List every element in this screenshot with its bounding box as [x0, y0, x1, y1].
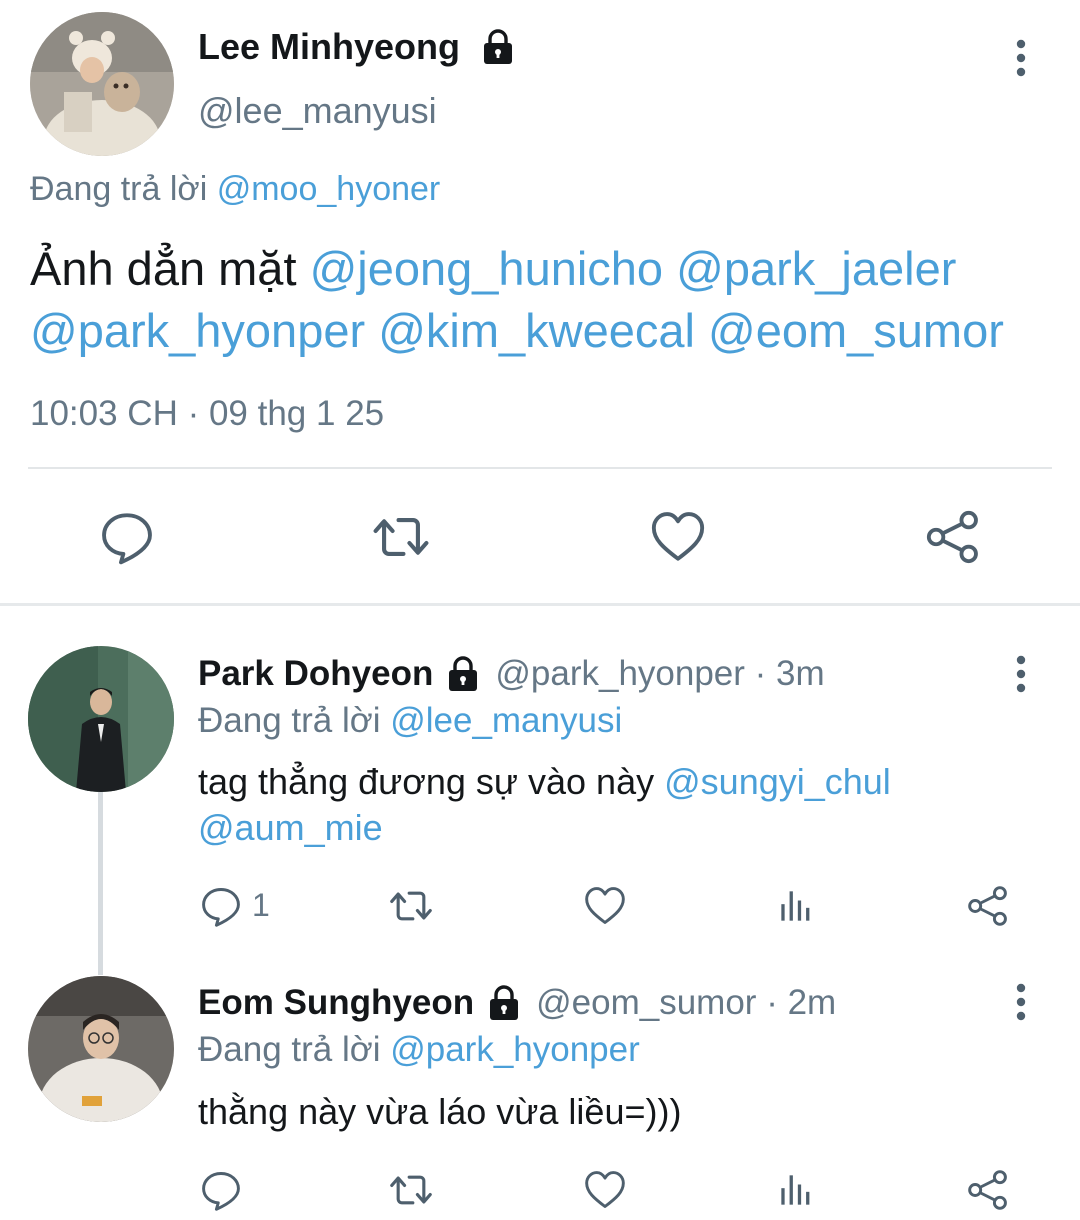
- more-options-icon[interactable]: [1011, 654, 1031, 694]
- author-name[interactable]: Eom Sunghyeon: [198, 983, 474, 1023]
- share-icon[interactable]: [966, 884, 1010, 928]
- mention-link[interactable]: @park_hyonper: [30, 304, 365, 357]
- divider: [28, 467, 1052, 469]
- reply-header: Park Dohyeon @park_hyonper · 3m: [198, 654, 825, 694]
- reply-icon[interactable]: [199, 884, 243, 928]
- reply-text-plain: tag thẳng đương sự vào này: [198, 761, 655, 802]
- retweet-icon[interactable]: [389, 1168, 433, 1212]
- reply-icon[interactable]: [199, 1168, 243, 1212]
- reply-count: 1: [252, 887, 270, 923]
- share-icon[interactable]: [966, 1168, 1010, 1212]
- avatar[interactable]: [28, 976, 174, 1122]
- replying-prefix: Đang trả lời: [30, 170, 208, 208]
- share-icon[interactable]: [924, 508, 982, 566]
- author-handle[interactable]: @lee_manyusi: [198, 90, 437, 132]
- more-options-icon[interactable]: [1011, 38, 1031, 78]
- author-handle[interactable]: @park_hyonper: [495, 654, 745, 694]
- lock-icon: [478, 27, 518, 67]
- analytics-icon[interactable]: [774, 884, 818, 928]
- tweet-timestamp: 10:03 CH · 09 thg 1 25: [30, 394, 385, 433]
- mention-link[interactable]: @sungyi_chul: [664, 761, 891, 802]
- avatar[interactable]: [28, 646, 174, 792]
- author-name-row: Lee Minhyeong: [198, 26, 518, 68]
- author-name[interactable]: Lee Minhyeong: [198, 26, 460, 68]
- replying-to: Đang trả lời @park_hyonper: [198, 1030, 640, 1070]
- more-options-icon[interactable]: [1011, 982, 1031, 1022]
- reply-icon[interactable]: [98, 508, 156, 566]
- mention-link[interactable]: @aum_mie: [198, 807, 383, 848]
- tweet-text: Ảnh dẳn mặt @jeong_hunicho @park_jaeler …: [30, 238, 1060, 362]
- thread-connector-line: [98, 790, 103, 975]
- tweet-thread-page: Lee Minhyeong @lee_manyusi Đang trả lời …: [0, 0, 1080, 1220]
- reply-text: thằng này vừa láo vừa liều=))): [198, 1089, 1058, 1135]
- replying-to-link[interactable]: @lee_manyusi: [390, 701, 622, 740]
- reply-text: tag thẳng đương sự vào này @sungyi_chul …: [198, 759, 1058, 851]
- author-name[interactable]: Park Dohyeon: [198, 654, 433, 694]
- lock-icon: [443, 654, 483, 694]
- replying-prefix: Đang trả lời: [198, 701, 381, 740]
- analytics-icon[interactable]: [774, 1168, 818, 1212]
- main-tweet: Lee Minhyeong @lee_manyusi Đang trả lời …: [0, 0, 1080, 605]
- avatar[interactable]: [30, 12, 174, 156]
- mention-link[interactable]: @park_jaeler: [676, 242, 956, 295]
- retweet-icon[interactable]: [372, 508, 430, 566]
- lock-icon: [484, 983, 524, 1023]
- replying-prefix: Đang trả lời: [198, 1030, 381, 1069]
- reply-time: · 3m: [754, 654, 825, 693]
- section-divider: [0, 603, 1080, 606]
- like-icon[interactable]: [649, 508, 707, 566]
- reply-header: Eom Sunghyeon @eom_sumor · 2m: [198, 983, 836, 1023]
- like-icon[interactable]: [583, 884, 627, 928]
- mention-link[interactable]: @eom_sumor: [708, 304, 1004, 357]
- like-icon[interactable]: [583, 1168, 627, 1212]
- mention-link[interactable]: @jeong_hunicho: [310, 242, 664, 295]
- tweet-text-plain: Ảnh dẳn mặt: [30, 242, 297, 295]
- mention-link[interactable]: @kim_kweecal: [378, 304, 695, 357]
- author-handle[interactable]: @eom_sumor: [536, 983, 756, 1023]
- replying-to: Đang trả lời @lee_manyusi: [198, 701, 622, 741]
- replying-to-link[interactable]: @moo_hyoner: [217, 170, 441, 208]
- replying-to-link[interactable]: @park_hyonper: [390, 1030, 640, 1069]
- retweet-icon[interactable]: [389, 884, 433, 928]
- reply-time: · 2m: [766, 983, 837, 1022]
- replying-to: Đang trả lời @moo_hyoner: [30, 170, 440, 209]
- reply-text-plain: thằng này vừa láo vừa liều=))): [198, 1091, 682, 1132]
